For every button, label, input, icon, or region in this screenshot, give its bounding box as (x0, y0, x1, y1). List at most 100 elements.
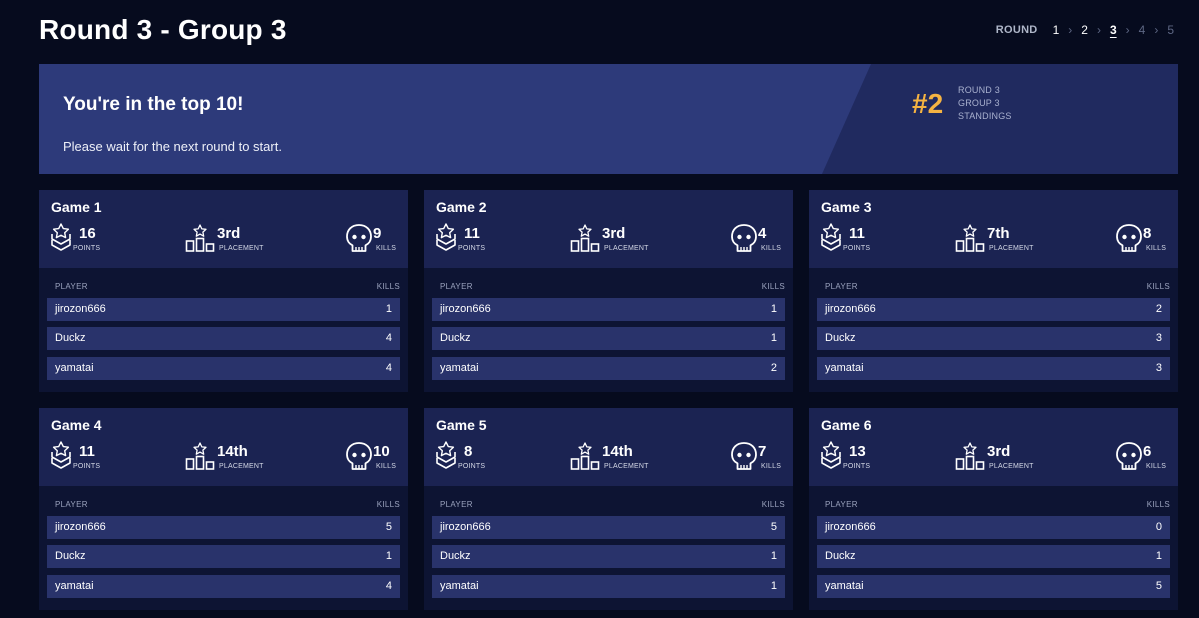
player-row[interactable]: jirozon666 2 (817, 298, 1170, 321)
kills-stat: 6 KILLS (1115, 441, 1166, 473)
player-row[interactable]: Duckz 3 (817, 327, 1170, 350)
player-row[interactable]: Duckz 1 (432, 545, 785, 568)
kills-label: KILLS (376, 463, 397, 470)
player-kills: 1 (770, 332, 777, 344)
round-link-3[interactable]: 3 (1107, 23, 1120, 37)
points-stat: 11 POINTS (51, 441, 100, 473)
column-header-kills: KILLS (761, 282, 785, 291)
placement-label: PLACEMENT (604, 245, 649, 252)
placement-label: PLACEMENT (219, 463, 264, 470)
round-nav-label: ROUND (995, 24, 1038, 36)
podium-icon (185, 223, 215, 255)
chevron-right-icon: › (1068, 23, 1073, 37)
column-header-kills: KILLS (761, 500, 785, 509)
column-header-kills: KILLS (1146, 500, 1170, 509)
player-name: Duckz (55, 550, 86, 562)
round-link-1[interactable]: 1 (1050, 23, 1063, 37)
standings-page: Round 3 - Group 3 ROUND 1 › 2 › 3 › 4 › … (0, 0, 1199, 618)
player-row[interactable]: yamatai 4 (47, 575, 400, 598)
points-value: 8 (464, 443, 473, 460)
player-kills: 4 (385, 332, 392, 344)
points-stat: 8 POINTS (436, 441, 485, 473)
placement-stat: 7th PLACEMENT (955, 223, 1033, 255)
player-kills: 1 (1155, 550, 1162, 562)
placement-value: 14th (217, 443, 248, 460)
placement-stat: 3rd PLACEMENT (185, 223, 263, 255)
player-kills: 5 (1155, 580, 1162, 592)
kills-value: 10 (373, 443, 390, 460)
placement-stat: 14th PLACEMENT (185, 441, 263, 473)
game-card: Game 6 13 POINTS 3rd PLACEMENT 6 KILLS P… (809, 408, 1178, 610)
player-row[interactable]: jirozon666 0 (817, 516, 1170, 539)
points-label: POINTS (73, 463, 101, 470)
player-name: Duckz (825, 332, 856, 344)
player-row[interactable]: yamatai 2 (432, 357, 785, 380)
player-kills: 4 (385, 580, 392, 592)
points-label: POINTS (458, 245, 486, 252)
player-row[interactable]: Duckz 1 (432, 327, 785, 350)
player-kills: 4 (385, 362, 392, 374)
skull-icon (730, 223, 757, 255)
page-title: Round 3 - Group 3 (39, 14, 287, 45)
kills-stat: 4 KILLS (730, 223, 781, 255)
player-name: Duckz (440, 332, 471, 344)
placement-value: 3rd (217, 225, 241, 242)
game-card: Game 1 16 POINTS 3rd PLACEMENT 9 KILLS P… (39, 190, 408, 392)
game-title: Game 1 (51, 199, 102, 215)
skull-icon (345, 223, 372, 255)
skull-icon (1115, 223, 1142, 255)
column-header-kills: KILLS (1146, 282, 1170, 291)
points-value: 11 (79, 443, 95, 460)
game-card-header: Game 2 11 POINTS 3rd PLACEMENT 4 KILLS (424, 190, 793, 268)
points-stat: 16 POINTS (51, 223, 100, 255)
column-header-kills: KILLS (376, 282, 400, 291)
player-row[interactable]: Duckz 1 (817, 545, 1170, 568)
player-row[interactable]: yamatai 4 (47, 357, 400, 380)
kills-label: KILLS (1146, 245, 1167, 252)
round-link-4[interactable]: 4 (1136, 23, 1149, 37)
player-row[interactable]: yamatai 3 (817, 357, 1170, 380)
kills-label: KILLS (376, 245, 397, 252)
player-kills: 1 (770, 550, 777, 562)
player-name: yamatai (440, 362, 479, 374)
points-stat: 11 POINTS (436, 223, 485, 255)
round-link-2[interactable]: 2 (1078, 23, 1091, 37)
player-name: jirozon666 (825, 521, 876, 533)
kills-value: 6 (1143, 443, 1152, 460)
kills-label: KILLS (761, 463, 782, 470)
player-kills: 1 (385, 550, 392, 562)
placement-stat: 3rd PLACEMENT (955, 441, 1033, 473)
player-row[interactable]: jirozon666 1 (47, 298, 400, 321)
column-header-kills: KILLS (376, 500, 400, 509)
player-kills: 2 (1155, 303, 1162, 315)
player-name: yamatai (55, 362, 94, 374)
points-value: 16 (79, 225, 96, 242)
game-title: Game 4 (51, 417, 102, 433)
placement-value: 7th (987, 225, 1010, 242)
player-name: yamatai (825, 362, 864, 374)
placement-value: 3rd (987, 443, 1011, 460)
player-kills: 1 (770, 303, 777, 315)
player-kills: 0 (1155, 521, 1162, 533)
player-row[interactable]: Duckz 4 (47, 327, 400, 350)
points-label: POINTS (73, 245, 101, 252)
points-label: POINTS (843, 245, 871, 252)
game-card-header: Game 3 11 POINTS 7th PLACEMENT 8 KILLS (809, 190, 1178, 268)
player-row[interactable]: jirozon666 5 (432, 516, 785, 539)
standing-meta-round: ROUND 3 (958, 85, 1000, 95)
game-card-header: Game 1 16 POINTS 3rd PLACEMENT 9 KILLS (39, 190, 408, 268)
round-link-5[interactable]: 5 (1164, 23, 1177, 37)
podium-icon (185, 441, 215, 473)
standing-rank: #2 (912, 88, 944, 119)
player-row[interactable]: jirozon666 1 (432, 298, 785, 321)
placement-stat: 14th PLACEMENT (570, 441, 648, 473)
points-stat: 13 POINTS (821, 441, 870, 473)
player-name: Duckz (440, 550, 471, 562)
player-row[interactable]: Duckz 1 (47, 545, 400, 568)
player-row[interactable]: yamatai 1 (432, 575, 785, 598)
player-row[interactable]: jirozon666 5 (47, 516, 400, 539)
player-row[interactable]: yamatai 5 (817, 575, 1170, 598)
status-banner: You're in the top 10! Please wait for th… (39, 64, 1178, 174)
skull-icon (345, 441, 372, 473)
player-name: yamatai (825, 580, 864, 592)
